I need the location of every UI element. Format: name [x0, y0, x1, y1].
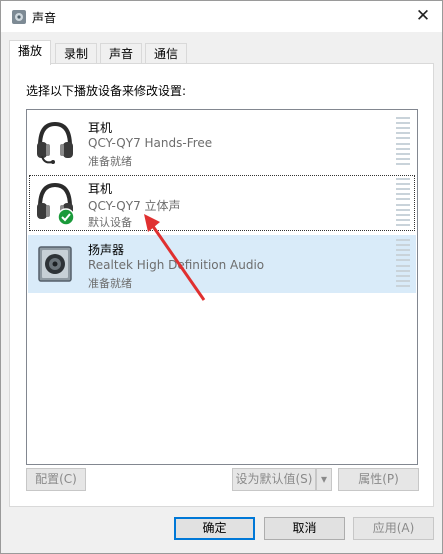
- device-item-speakers[interactable]: 扬声器 Realtek High Definition Audio 准备就绪: [28, 235, 416, 293]
- device-item-headset-handsfree[interactable]: 耳机 QCY-QY7 Hands-Free 准备就绪: [28, 113, 416, 171]
- device-status: 准备就绪: [88, 277, 132, 290]
- headphones-icon: [37, 182, 75, 225]
- set-default-button[interactable]: 设为默认值(S): [232, 468, 316, 491]
- volume-level-meter: [396, 239, 410, 287]
- device-description: QCY-QY7 立体声: [88, 199, 181, 213]
- configure-button[interactable]: 配置(C): [26, 468, 86, 491]
- check-icon: [57, 208, 75, 225]
- device-status: 默认设备: [88, 216, 132, 229]
- device-item-headphones-stereo[interactable]: 耳机 QCY-QY7 立体声 默认设备: [28, 174, 416, 232]
- device-name: 耳机: [88, 121, 113, 135]
- ok-button[interactable]: 确定: [174, 517, 255, 540]
- tab-playback[interactable]: 播放: [9, 40, 52, 65]
- speaker-icon: [38, 246, 72, 282]
- close-button[interactable]: ✕: [410, 5, 436, 27]
- device-name: 耳机: [88, 182, 113, 196]
- speaker-title-icon: [12, 10, 26, 24]
- device-status: 准备就绪: [88, 155, 132, 168]
- tab-communications[interactable]: 通信: [145, 43, 188, 64]
- device-description: Realtek High Definition Audio: [88, 258, 265, 272]
- volume-level-meter: [396, 178, 410, 226]
- device-description: QCY-QY7 Hands-Free: [88, 136, 213, 150]
- title-bar[interactable]: 声音 ✕: [1, 1, 442, 32]
- playback-panel: 选择以下播放设备来修改设置: 耳机 QCY-QY7 Hands-Free 准备就…: [9, 63, 434, 507]
- headset-icon: [37, 121, 73, 164]
- set-default-dropdown-button[interactable]: ▾: [316, 468, 332, 491]
- instruction-text: 选择以下播放设备来修改设置:: [26, 84, 187, 98]
- properties-button[interactable]: 属性(P): [338, 468, 419, 491]
- apply-button[interactable]: 应用(A): [353, 517, 434, 540]
- tab-sounds[interactable]: 声音: [100, 43, 143, 64]
- sound-dialog: 声音 ✕ 播放 录制 声音 通信 选择以下播放设备来修改设置: 耳机 QCY-Q…: [0, 0, 443, 554]
- cancel-button[interactable]: 取消: [264, 517, 345, 540]
- device-list[interactable]: 耳机 QCY-QY7 Hands-Free 准备就绪 耳机 QCY-QY7 立体…: [26, 109, 418, 465]
- volume-level-meter: [396, 117, 410, 165]
- tab-recording[interactable]: 录制: [55, 43, 98, 64]
- device-name: 扬声器: [88, 243, 125, 257]
- window-title: 声音: [32, 11, 57, 25]
